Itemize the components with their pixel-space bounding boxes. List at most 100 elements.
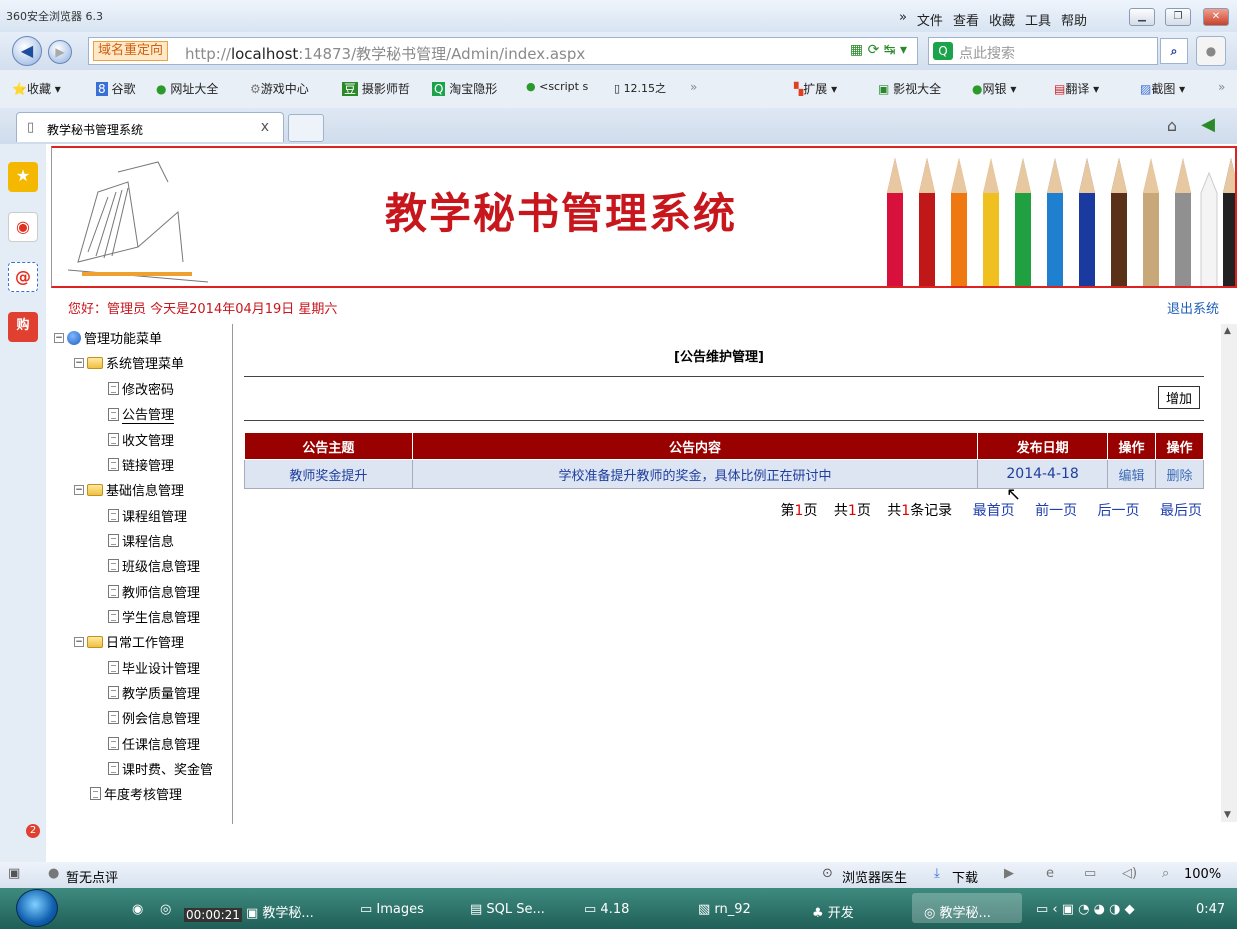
tool-extend[interactable]: ▚扩展 ▾ [794,80,837,97]
tree-item-course-assignment[interactable]: 任课信息管理 [108,734,200,753]
fav-hao[interactable]: ● 网址大全 [156,80,218,97]
taskbar-item-rn92[interactable]: ▧ rn_92 [698,902,751,917]
tool-screenshot[interactable]: ▨截图 ▾ [1140,80,1185,97]
cell-date: 2014-4-18 [977,459,1109,489]
taskbar-item-sql[interactable]: ▤ SQL Se... [470,902,545,917]
forward-button[interactable]: ▶ [48,40,72,64]
tree-item-notice[interactable]: 公告管理 [108,404,175,424]
scroll-down-icon[interactable]: ▼ [1224,810,1231,820]
menu-more[interactable]: » [899,10,907,29]
fav-games[interactable]: ⚙游戏中心 [250,80,309,97]
menu-view[interactable]: 查看 [953,10,979,29]
fav-google[interactable]: 8 谷歌 [96,80,135,97]
pager-first-link[interactable]: 最首页 [973,503,1015,519]
tree-item-teacher-info[interactable]: 教师信息管理 [108,582,200,601]
taskbar-item-teaching-active[interactable]: ◎ 教学秘... [912,893,1022,923]
tools-more[interactable]: » [1218,80,1225,94]
tree-group-system[interactable]: − 系统管理菜单 [74,353,184,372]
menu-help[interactable]: 帮助 [1061,10,1087,29]
tree-item-student-info[interactable]: 学生信息管理 [108,607,200,626]
fav-more[interactable]: » [690,80,697,94]
taskbar-item-418[interactable]: ▭ 4.18 [584,902,629,917]
weibo-icon[interactable]: ◉ [8,212,38,242]
tree-item-fees-bonus[interactable]: 课时费、奖金管 [108,759,213,778]
fav-1215[interactable]: ▯ 12.15之 [614,80,666,96]
status-nav-icon[interactable]: ▣ [8,866,20,881]
menu-file[interactable]: 文件 [917,10,943,29]
redirect-badge[interactable]: 域名重定向 [93,41,169,61]
search-field[interactable]: Q 点此搜索 [928,37,1158,65]
cell-content: 学校准备提升教师的奖金，具体比例正在研讨中 [411,459,979,489]
system-tray-icons[interactable]: ▭ ‹ ▣ ◔ ◕ ◑ ◆ [1036,902,1135,917]
scroll-up-icon[interactable]: ▲ [1224,326,1231,336]
menu-tools[interactable]: 工具 [1025,10,1051,29]
minimize-button[interactable]: ▁ [1129,8,1155,26]
fav-collect[interactable]: ⭐收藏 ▾ [12,80,61,97]
search-engine-icon[interactable]: Q [933,42,953,60]
tree-group-basic-info[interactable]: − 基础信息管理 [74,480,184,499]
menu-favorites[interactable]: 收藏 [989,10,1015,29]
mail-icon[interactable]: @ [8,262,38,292]
home-icon[interactable]: ⌂ [1167,116,1177,135]
sound-icon[interactable]: ◁) [1122,866,1137,881]
status-comment[interactable]: 暂无点评 [66,867,118,886]
pager-prev-link[interactable]: 前一页 [1035,503,1077,519]
tree-group-daily-work[interactable]: − 日常工作管理 [74,632,184,651]
favorites-star-icon[interactable]: ★ [8,162,38,192]
tree-item-course-info[interactable]: 课程信息 [108,531,174,550]
taskbar-item-dev[interactable]: ♣ 开发 [812,902,854,921]
ie-taskbar-icon[interactable]: ◉ [132,902,143,917]
tool-bank[interactable]: ●网银 ▾ [972,80,1016,97]
document-icon [108,559,119,572]
user-avatar-icon[interactable]: ● [1196,36,1226,66]
maximize-button[interactable]: ❐ [1165,8,1191,26]
tree-item-course-group[interactable]: 课程组管理 [108,506,187,525]
download-link[interactable]: 下载 [952,867,978,886]
url-field[interactable]: 域名重定向 http://localhost:14873/教学秘书管理/Admi… [88,37,918,65]
back-button[interactable]: ◀ [12,36,42,66]
notification-badge[interactable]: 2 [26,824,40,838]
pager-last-link[interactable]: 最后页 [1160,503,1202,519]
tree-root[interactable]: − 管理功能菜单 [54,328,162,347]
vertical-scrollbar[interactable]: ▲ ▼ [1221,324,1237,822]
tree-item-class-info[interactable]: 班级信息管理 [108,556,200,575]
fav-script[interactable]: ● <script s [526,80,588,93]
taskbar-item-images[interactable]: ▭ Images [360,902,424,917]
tool-translate[interactable]: ▤翻译 ▾ [1054,80,1099,97]
fav-taobao[interactable]: Q 淘宝隐形 [432,80,497,97]
delete-link[interactable]: 删除 [1167,469,1193,484]
add-button[interactable]: 增加 [1157,386,1200,409]
logout-link[interactable]: 退出系统 [1167,298,1219,317]
speed-icon[interactable]: ▶ [1004,866,1014,881]
search-button[interactable]: ⌕ [1160,38,1188,64]
tree-item-incoming-docs[interactable]: 收文管理 [108,430,174,449]
shopping-icon[interactable]: 购 [8,312,38,342]
url-tools-icon[interactable]: ▦ ⟳ ↹ ▾ [850,42,907,58]
edit-link[interactable]: 编辑 [1119,469,1145,484]
tab-teaching-system[interactable]: ▯ 教学秘书管理系统 x [16,112,284,142]
tree-item-links[interactable]: 链接管理 [108,455,174,474]
tree-item-teaching-quality[interactable]: 教学质量管理 [108,683,200,702]
zoom-level[interactable]: 100% [1184,867,1221,882]
tree-item-annual-review[interactable]: 年度考核管理 [90,784,182,803]
taskbar-item-teaching[interactable]: ▣ 教学秘... [246,902,314,921]
ie-icon[interactable]: e [1046,866,1054,881]
url-text[interactable]: http://localhost:14873/教学秘书管理/Admin/inde… [185,43,585,64]
zoom-icon[interactable]: ⌕ [1162,866,1169,881]
tool-video[interactable]: ▣ 影视大全 [878,80,941,97]
window-icon[interactable]: ▭ [1084,866,1096,881]
tree-item-change-password[interactable]: 修改密码 [108,379,174,398]
new-tab-button[interactable] [288,114,324,142]
tree-item-meeting-info[interactable]: 例会信息管理 [108,708,200,727]
browser-doctor-link[interactable]: 浏览器医生 [842,867,907,886]
pager-next-link[interactable]: 后一页 [1098,503,1140,519]
tree-item-graduation-design[interactable]: 毕业设计管理 [108,658,200,677]
page-icon: ▯ [27,120,35,135]
document-icon [108,433,119,446]
tab-close-icon[interactable]: x [261,119,269,135]
close-window-button[interactable]: ✕ [1203,8,1229,26]
fav-photo[interactable]: 豆 摄影师哲 [342,80,410,97]
start-button[interactable] [16,889,58,927]
browser-taskbar-icon[interactable]: ◎ [160,902,171,917]
undo-close-icon[interactable]: ◀ [1201,114,1215,135]
